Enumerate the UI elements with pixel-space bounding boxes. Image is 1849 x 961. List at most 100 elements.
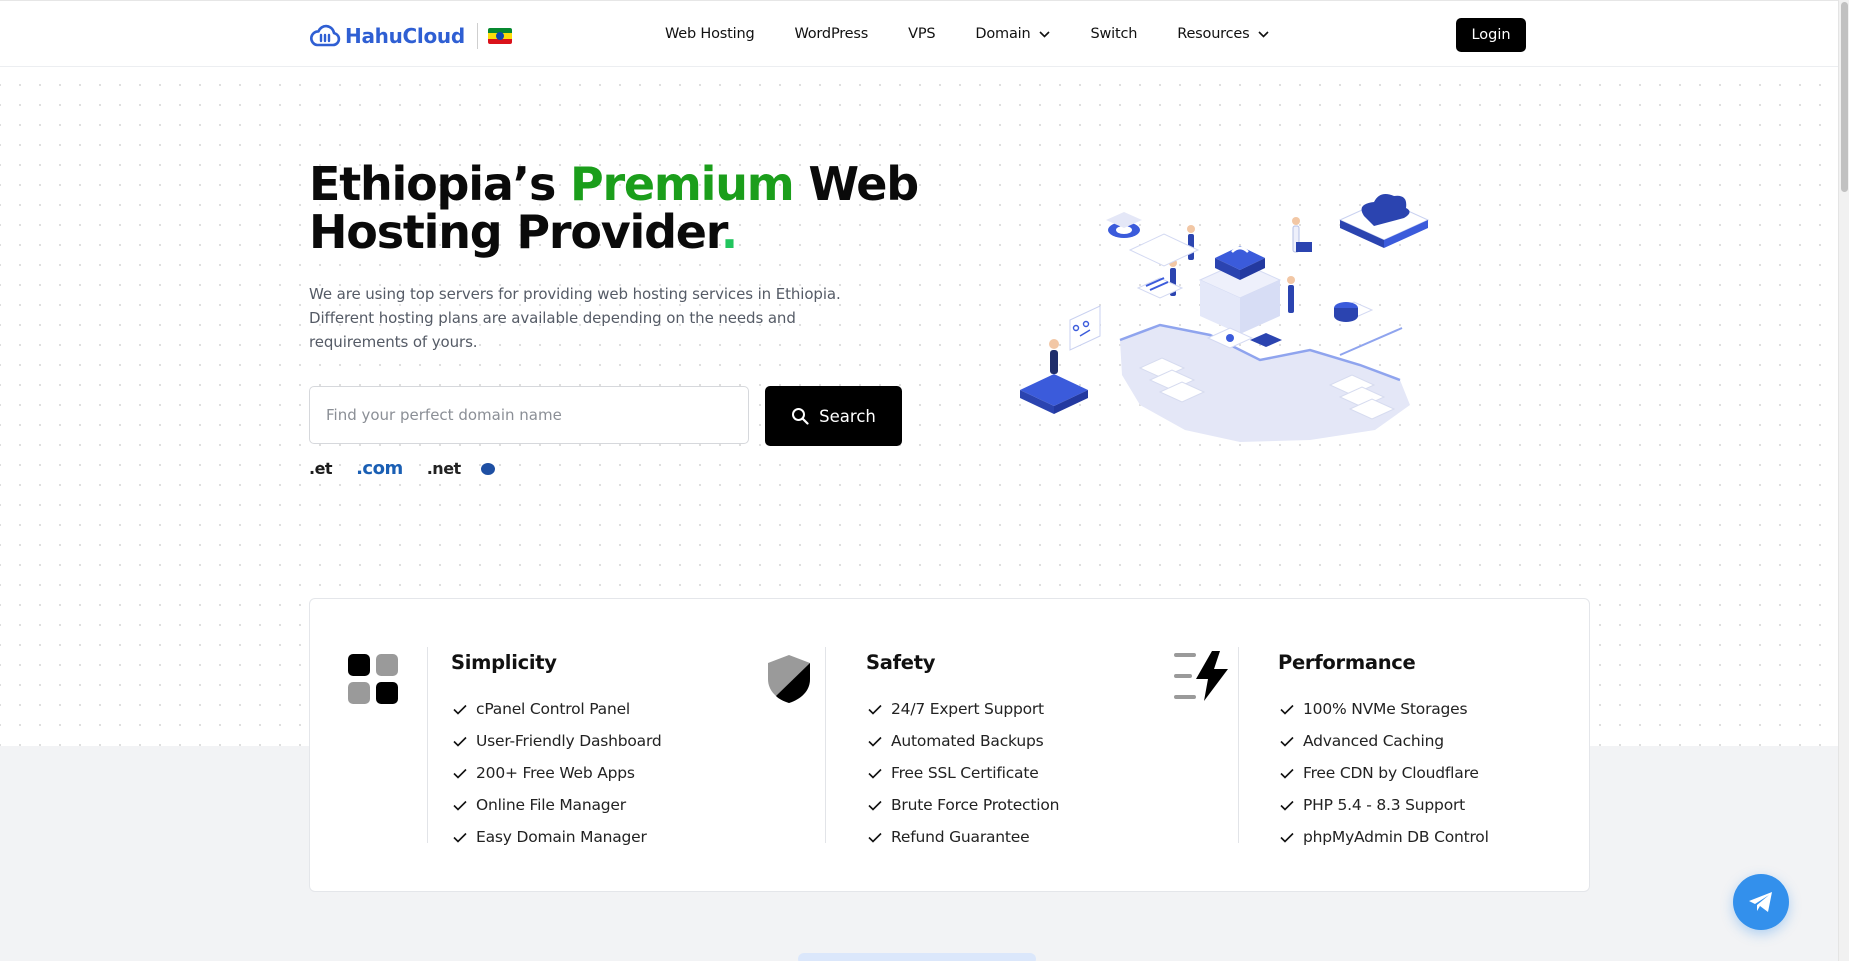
feature-item-label: Free SSL Certificate [891, 764, 1039, 782]
feature-item-label: Refund Guarantee [891, 828, 1030, 846]
list-item: PHP 5.4 - 8.3 Support [1280, 789, 1489, 821]
feature-title: Performance [1278, 651, 1416, 674]
hero-title: Ethiopia’s Premium Web Hosting Provider. [309, 160, 929, 256]
telegram-icon [1749, 892, 1772, 912]
title-dot: . [720, 205, 739, 259]
check-icon [1280, 736, 1294, 747]
nav-wordpress[interactable]: WordPress [794, 26, 868, 42]
list-item: cPanel Control Panel [453, 693, 662, 725]
telegram-chat-button[interactable] [1733, 874, 1789, 930]
feature-item-label: Easy Domain Manager [476, 828, 647, 846]
tld-label: .com [356, 458, 403, 479]
nav-web-hosting[interactable]: Web Hosting [665, 26, 755, 42]
tld-et: .et [309, 459, 333, 478]
search-button[interactable]: Search [765, 386, 902, 446]
check-icon [868, 768, 882, 779]
tld-com: .com [356, 458, 403, 479]
feature-divider [427, 647, 428, 843]
list-item: Advanced Caching [1280, 725, 1489, 757]
list-item: Brute Force Protection [868, 789, 1059, 821]
list-item: Free CDN by Cloudflare [1280, 757, 1489, 789]
feature-divider [1238, 647, 1239, 843]
ethiopia-flag-icon[interactable] [487, 28, 512, 44]
feature-item-label: PHP 5.4 - 8.3 Support [1303, 796, 1466, 814]
scrollbar-thumb[interactable] [1841, 2, 1848, 192]
tld-list: .et .com .net [309, 458, 495, 479]
page-scrollbar[interactable] [1838, 0, 1849, 961]
check-icon [1280, 832, 1294, 843]
list-item: phpMyAdmin DB Control [1280, 821, 1489, 853]
feature-list: 24/7 Expert Support Automated Backups Fr… [868, 693, 1059, 853]
nav-domain[interactable]: Domain [975, 26, 1051, 42]
nav-label: VPS [908, 26, 936, 42]
chevron-down-icon [1039, 30, 1051, 38]
list-item: Refund Guarantee [868, 821, 1059, 853]
feature-item-label: 24/7 Expert Support [891, 700, 1044, 718]
check-icon [453, 736, 467, 747]
list-item: Automated Backups [868, 725, 1059, 757]
check-icon [1280, 768, 1294, 779]
feature-item-label: Advanced Caching [1303, 732, 1444, 750]
logo-separator [476, 23, 478, 49]
shield-icon [768, 655, 810, 703]
feature-item-label: 200+ Free Web Apps [476, 764, 635, 782]
nav-resources[interactable]: Resources [1177, 26, 1270, 42]
list-item: Free SSL Certificate [868, 757, 1059, 789]
title-text: Ethiopia’s [309, 157, 570, 211]
feature-item-label: phpMyAdmin DB Control [1303, 828, 1489, 846]
check-icon [868, 704, 882, 715]
hero-description: We are using top servers for providing w… [309, 285, 841, 351]
feature-list: 100% NVMe Storages Advanced Caching Free… [1280, 693, 1489, 853]
tld-label: .net [426, 459, 461, 478]
feature-item-label: 100% NVMe Storages [1303, 700, 1468, 718]
lightning-icon [1174, 651, 1228, 701]
list-item: Online File Manager [453, 789, 662, 821]
feature-list: cPanel Control Panel User-Friendly Dashb… [453, 693, 662, 853]
nav-vps[interactable]: VPS [908, 26, 935, 42]
grid-squares-icon [348, 654, 398, 704]
nav-label: Domain [975, 26, 1031, 42]
chevron-down-icon [1258, 30, 1270, 38]
title-highlight: Premium [569, 157, 795, 211]
check-icon [868, 800, 882, 811]
feature-performance: Performance 100% NVMe Storages Advanced … [1150, 599, 1590, 893]
nav-label: WordPress [794, 26, 869, 42]
tld-org-logo-icon [480, 462, 495, 475]
feature-item-label: Automated Backups [891, 732, 1044, 750]
tld-label: .et [309, 459, 333, 478]
login-button[interactable]: Login [1456, 18, 1526, 52]
site-header: HahuCloud Web Hosting WordPress VPS Doma… [0, 1, 1838, 67]
search-button-label: Search [819, 406, 876, 426]
feature-title: Safety [866, 651, 936, 674]
feature-item-label: Brute Force Protection [891, 796, 1060, 814]
check-icon [868, 736, 882, 747]
nav-label: Switch [1090, 26, 1138, 42]
feature-item-label: User-Friendly Dashboard [476, 732, 662, 750]
cloud-logo-icon [310, 24, 341, 47]
logo-text: HahuCloud [345, 24, 465, 48]
check-icon [1280, 800, 1294, 811]
next-section-pill [798, 953, 1036, 961]
search-icon [792, 408, 809, 425]
feature-simplicity: Simplicity cPanel Control Panel User-Fri… [310, 599, 730, 893]
domain-search-input[interactable] [309, 386, 749, 444]
nav-switch[interactable]: Switch [1090, 26, 1137, 42]
list-item: Easy Domain Manager [453, 821, 662, 853]
nav-label: Resources [1177, 26, 1250, 42]
features-card: Simplicity cPanel Control Panel User-Fri… [309, 598, 1590, 892]
check-icon [1280, 704, 1294, 715]
nav-label: Web Hosting [665, 26, 755, 42]
logo-link[interactable]: HahuCloud [309, 21, 512, 51]
list-item: 24/7 Expert Support [868, 693, 1059, 725]
check-icon [453, 832, 467, 843]
list-item: 100% NVMe Storages [1280, 693, 1489, 725]
check-icon [453, 768, 467, 779]
feature-item-label: Free CDN by Cloudflare [1303, 764, 1479, 782]
list-item: 200+ Free Web Apps [453, 757, 662, 789]
check-icon [453, 704, 467, 715]
tld-net: .net [427, 459, 461, 478]
main-nav: Web Hosting WordPress VPS Domain Switch … [665, 1, 1309, 67]
hosting-isometric-illustration [1020, 194, 1430, 442]
feature-divider [825, 647, 826, 843]
list-item: User-Friendly Dashboard [453, 725, 662, 757]
